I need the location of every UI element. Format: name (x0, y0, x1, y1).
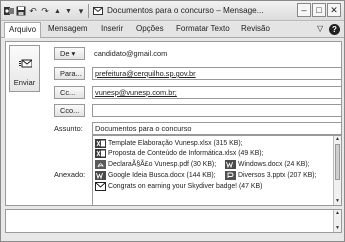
tab-arquivo[interactable]: Arquivo (4, 22, 42, 38)
outlook-logo-icon[interactable] (4, 5, 14, 17)
to-button[interactable]: Para... (54, 67, 85, 80)
to-field[interactable]: prefeitura@cerquilho.sp.gov.br (92, 67, 342, 80)
subject-field[interactable]: Documentos para o concurso (92, 122, 342, 135)
cc-recipient[interactable]: vunesp@vunesp.com.br; (95, 88, 177, 97)
customize-toolbar-icon[interactable]: ▾ (77, 5, 85, 17)
restore-button[interactable]: □ (312, 3, 326, 17)
send-mail-icon (19, 59, 32, 68)
title-divider (88, 4, 89, 18)
undo-icon[interactable]: ↶ (28, 5, 38, 17)
tab-mensagem[interactable]: Mensagem (48, 24, 88, 33)
tab-revisao[interactable]: Revisão (241, 24, 270, 33)
attachments-label: Anexado: (54, 170, 86, 179)
tab-formatar-texto[interactable]: Formatar Texto (176, 24, 230, 33)
save-icon[interactable] (16, 5, 26, 17)
attachment-item[interactable]: Google Ideia Busca.docx (144 KB); (95, 171, 216, 180)
previous-item-icon[interactable]: ▲ (53, 5, 62, 17)
message-window: ↶ ↷ ▲ ▼ ▾ Documentos para o concurso – M… (0, 0, 345, 242)
bcc-button[interactable]: Cco... (54, 104, 85, 117)
attachment-name: Template Elaboração Vunesp.xlsx (315 KB)… (108, 140, 243, 147)
attachment-item[interactable]: DeclaraÃ§Ã£o Vunesp.pdf (30 KB); (95, 160, 216, 169)
bcc-field[interactable] (92, 104, 342, 117)
scroll-up-icon[interactable]: ▲ (334, 210, 341, 217)
attachment-item[interactable]: Diversos 3.pptx (207 KB); (225, 171, 317, 180)
cc-button[interactable]: Cc... (54, 86, 85, 99)
tab-opcoes[interactable]: Opções (136, 24, 164, 33)
attachments-list: Template Elaboração Vunesp.xlsx (315 KB)… (92, 135, 342, 206)
email-message-icon (95, 182, 106, 191)
attachment-item[interactable]: Proposta de Conteúdo de Informática.xlsx… (95, 149, 264, 158)
attachment-name: Congrats on earning your Skydiver badge!… (108, 183, 263, 190)
word-file-icon (95, 171, 106, 180)
attachment-name: Windows.docx (24 KB); (238, 161, 310, 168)
help-icon[interactable]: ? (329, 24, 340, 35)
redo-icon[interactable]: ↷ (40, 5, 50, 17)
word-file-icon (225, 160, 236, 169)
body-scrollbar[interactable]: ▲ ▼ (333, 210, 341, 232)
excel-file-icon (95, 149, 106, 158)
message-body-editor[interactable]: ▲ ▼ (5, 209, 342, 233)
scroll-up-icon[interactable]: ▲ (334, 136, 341, 143)
minimize-button[interactable]: – (297, 3, 311, 17)
powerpoint-file-icon (225, 171, 236, 180)
scroll-down-icon[interactable]: ▼ (334, 225, 341, 232)
scroll-thumb[interactable] (335, 144, 340, 180)
attachment-name: Google Ideia Busca.docx (144 KB); (108, 172, 216, 179)
ribbon-tabs: Arquivo Mensagem Inserir Opções Formatar… (1, 22, 344, 38)
collapse-ribbon-icon[interactable]: ▽ (317, 24, 323, 33)
next-item-icon[interactable]: ▼ (64, 5, 73, 17)
attachment-name: Diversos 3.pptx (207 KB); (238, 172, 317, 179)
attachment-item[interactable]: Windows.docx (24 KB); (225, 160, 310, 169)
send-label: Enviar (13, 78, 36, 87)
scroll-down-icon[interactable]: ▼ (334, 198, 341, 205)
pdf-file-icon (95, 160, 106, 169)
tab-inserir[interactable]: Inserir (101, 24, 123, 33)
title-bar: ↶ ↷ ▲ ▼ ▾ Documentos para o concurso – M… (1, 1, 344, 21)
send-button[interactable]: Enviar (9, 45, 40, 92)
excel-file-icon (95, 139, 106, 148)
attachment-item[interactable]: Congrats on earning your Skydiver badge!… (95, 182, 262, 191)
from-button[interactable]: De ▾ (54, 47, 85, 60)
subject-label: Assunto: (54, 124, 83, 133)
attachment-name: Proposta de Conteúdo de Informática.xlsx… (108, 150, 264, 157)
to-recipient[interactable]: prefeitura@cerquilho.sp.gov.br (95, 69, 196, 78)
attachment-name: DeclaraÃ§Ã£o Vunesp.pdf (30 KB); (108, 161, 217, 168)
window-title: Documentos para o concurso – Mensage... (107, 6, 264, 15)
attachment-item[interactable]: Template Elaboração Vunesp.xlsx (315 KB)… (95, 139, 243, 148)
attachments-scrollbar[interactable]: ▲ ▼ (333, 136, 341, 205)
cc-field[interactable]: vunesp@vunesp.com.br; (92, 86, 342, 99)
from-value: candidato@gmail.com (94, 49, 168, 58)
compose-header-panel: Enviar De ▾ candidato@gmail.com Para... … (5, 41, 342, 206)
message-envelope-icon (93, 5, 103, 17)
close-button[interactable]: ✕ (327, 3, 341, 17)
